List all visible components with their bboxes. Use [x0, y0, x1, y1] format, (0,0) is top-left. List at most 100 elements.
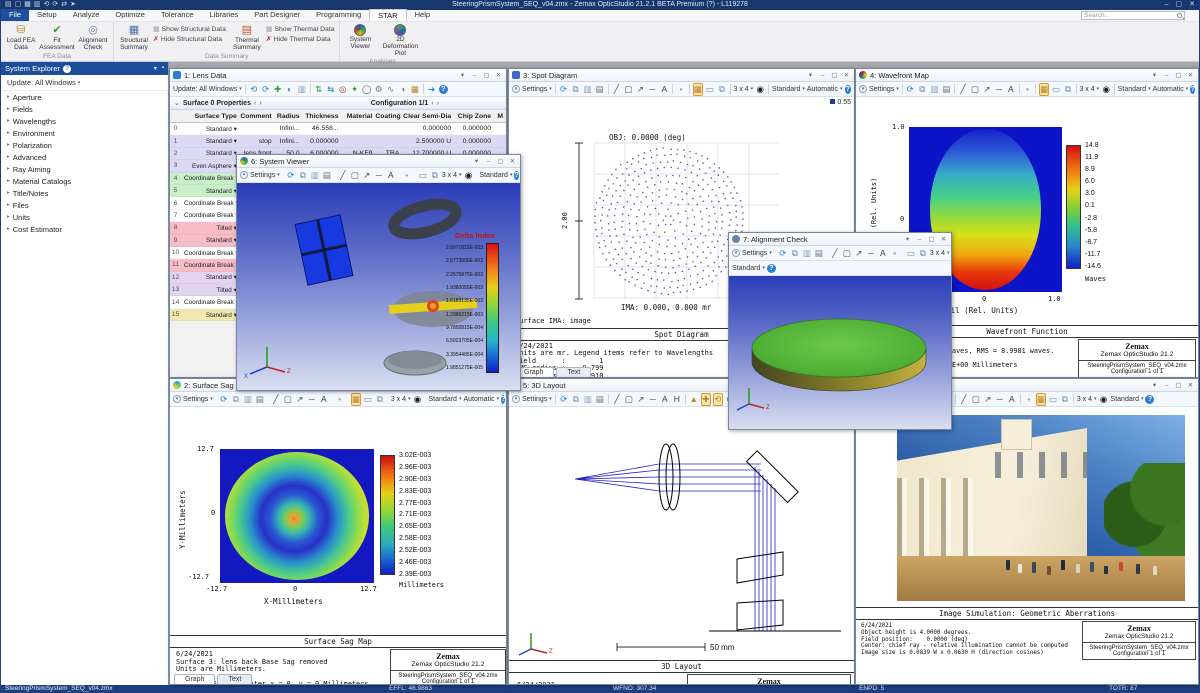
print-icon[interactable]: ▤ [595, 84, 605, 95]
cell[interactable]: Coordinate Break ▾ [184, 199, 240, 207]
next-config-button[interactable]: › [437, 100, 439, 107]
maximize-button[interactable]: ▢ [1174, 380, 1183, 391]
lens-surface-row[interactable]: 0Standard ▾Infini...46.558...0.0000000.0… [170, 123, 506, 135]
line-icon[interactable]: ╱ [612, 394, 622, 405]
close-button[interactable]: ✕ [842, 70, 851, 81]
pages-icon[interactable]: ⧉ [1063, 84, 1073, 95]
rect-icon[interactable]: ▢ [623, 84, 633, 95]
updown-icon[interactable]: ⇅ [314, 84, 324, 95]
maximize-button[interactable]: ▢ [482, 70, 491, 81]
standard-dropdown[interactable]: Standard [1118, 86, 1151, 93]
grid34-dropdown[interactable]: 3 x 4 [733, 86, 753, 93]
dash-icon[interactable]: ─ [374, 170, 384, 181]
explorer-item-advanced[interactable]: ▸Advanced [1, 151, 168, 163]
show-structural-data-button[interactable]: ▦ Show Structural Data [153, 25, 226, 33]
refresh-icon[interactable]: ⟳ [219, 394, 229, 405]
print-icon[interactable]: ▤ [322, 170, 332, 181]
image-icon[interactable]: ▥ [802, 248, 812, 259]
goto-icon[interactable]: ➔ [427, 84, 437, 95]
hide-structural-data-button[interactable]: ✗ Hide Structural Data [153, 35, 226, 43]
cell[interactable]: Standard ▾ [184, 273, 240, 281]
help-icon[interactable]: ? [63, 65, 71, 73]
text-icon[interactable]: A [1007, 394, 1017, 405]
pages-icon[interactable]: ⧉ [918, 248, 928, 259]
close-button[interactable]: ✕ [494, 70, 503, 81]
axis-icon[interactable]: ✚ [701, 393, 711, 406]
copy-icon[interactable]: ⧉ [298, 170, 308, 181]
line-icon[interactable]: ╱ [338, 170, 348, 181]
rec-icon[interactable]: ◉ [413, 394, 423, 405]
print-icon[interactable]: ▤ [941, 84, 951, 95]
monitor-icon[interactable]: ▭ [705, 84, 715, 95]
grid34-dropdown[interactable]: 3 x 4 [1079, 86, 1099, 93]
app-close-button[interactable]: ✕ [1189, 0, 1195, 10]
lock-icon[interactable]: ▪ [1024, 394, 1034, 405]
rec-icon[interactable]: ◉ [1101, 84, 1111, 95]
refresh-icon[interactable]: ⟳ [261, 84, 271, 95]
copy-icon[interactable]: ⧉ [571, 84, 581, 95]
rect-icon[interactable]: ▢ [350, 170, 360, 181]
help-icon[interactable]: ? [767, 264, 776, 273]
ribbon-tab-tolerance[interactable]: Tolerance [153, 9, 202, 21]
explorer-item-units[interactable]: ▸Units [1, 211, 168, 223]
window-menu-button[interactable]: ▾ [1150, 70, 1159, 81]
rect-icon[interactable]: ▢ [283, 394, 293, 405]
maximize-button[interactable]: ▢ [830, 70, 839, 81]
rect-icon[interactable]: ▢ [624, 394, 634, 405]
cell[interactable]: Coordinate Break ▾ [184, 249, 240, 257]
ray-icon[interactable]: ↗ [636, 394, 646, 405]
automatic-dropdown[interactable]: Automatic [807, 86, 843, 93]
settings-dropdown[interactable]: ▾Settings [732, 249, 772, 257]
copy-icon[interactable]: ⧉ [231, 394, 241, 405]
cell[interactable]: Coordinate Break ▾ [184, 174, 240, 182]
image-icon[interactable]: ▥ [929, 84, 939, 95]
copy-icon[interactable]: ⧉ [790, 248, 800, 259]
configuration-label[interactable]: Configuration 1/1 [371, 100, 429, 107]
expand-arrow-icon[interactable]: ▸ [7, 166, 10, 172]
cell[interactable]: Tilted ▾ [184, 224, 240, 232]
text-icon[interactable]: A [660, 394, 670, 405]
undo-icon[interactable]: ⟲ [249, 84, 259, 95]
window-menu-button[interactable]: ▾ [472, 156, 481, 167]
expand-arrow-icon[interactable]: ▸ [7, 214, 10, 220]
window-menu-button[interactable]: ▾ [806, 70, 815, 81]
expand-arrow-icon[interactable]: ▸ [7, 178, 10, 184]
explorer-item-environment[interactable]: ▸Environment [1, 127, 168, 139]
grid34-dropdown[interactable]: 3 x 4 [391, 396, 411, 403]
grid-icon[interactable]: ▦ [1039, 83, 1049, 96]
dash-icon[interactable]: ─ [647, 84, 657, 95]
close-button[interactable]: ✕ [508, 156, 517, 167]
tab-text[interactable]: Text [556, 367, 591, 377]
explorer-item-wavelengths[interactable]: ▸Wavelengths [1, 115, 168, 127]
ray-icon[interactable]: ↗ [295, 394, 305, 405]
ribbon-tab-part-designer[interactable]: Part Designer [246, 9, 308, 21]
help-icon[interactable]: ? [1145, 395, 1154, 404]
help-icon[interactable]: ? [1190, 85, 1195, 94]
rec-icon[interactable]: ◉ [1099, 394, 1109, 405]
explorer-item-polarization[interactable]: ▸Polarization [1, 139, 168, 151]
flower-icon[interactable]: ✦ [350, 84, 360, 95]
explorer-item-fields[interactable]: ▸Fields [1, 103, 168, 115]
rect-icon[interactable]: ▢ [970, 84, 980, 95]
expand-arrow-icon[interactable]: ▸ [7, 226, 10, 232]
lock-icon[interactable]: ▪ [402, 170, 412, 181]
eye-icon[interactable]: ◑ [398, 84, 408, 95]
ribbon-tab-setup[interactable]: Setup [29, 9, 65, 21]
column-header-coating[interactable]: Coating [375, 113, 402, 120]
expand-arrow-icon[interactable]: ▸ [7, 202, 10, 208]
refresh-icon[interactable]: ⟳ [905, 84, 915, 95]
window-menu-button[interactable]: ▾ [1150, 380, 1159, 391]
lens-surface-row[interactable]: 1Standard ▾stopInfini...0.0000002.500000… [170, 135, 506, 147]
grid-icon[interactable]: ▦ [693, 83, 703, 96]
maximize-button[interactable]: ▢ [1174, 70, 1183, 81]
standard-dropdown[interactable]: Standard [1111, 396, 1144, 403]
close-button[interactable]: ✕ [1186, 380, 1195, 391]
print-icon[interactable]: ▤ [814, 248, 824, 259]
close-button[interactable]: ✕ [939, 234, 948, 245]
ray-icon[interactable]: ↗ [982, 84, 992, 95]
ribbon-tab-optimize[interactable]: Optimize [107, 9, 153, 21]
rec-icon[interactable]: ◉ [464, 170, 474, 181]
window-menu-button[interactable]: ▾ [458, 70, 467, 81]
line-icon[interactable]: ╱ [959, 394, 969, 405]
print-icon[interactable]: ▤ [595, 394, 605, 405]
